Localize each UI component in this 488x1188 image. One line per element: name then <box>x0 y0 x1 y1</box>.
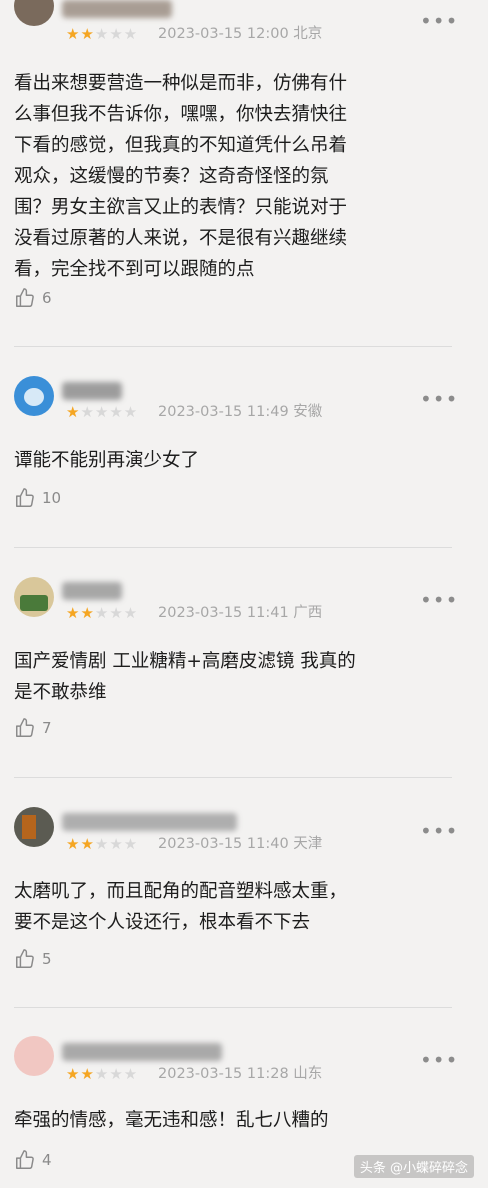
like-count: 5 <box>42 950 52 968</box>
review-location: 山东 <box>293 1066 323 1082</box>
more-options-icon[interactable]: ••• <box>420 1050 458 1070</box>
star-rating: ★★★★★ <box>66 403 138 421</box>
star-icon: ★★ <box>66 1065 95 1083</box>
thumbs-up-icon <box>16 1150 34 1169</box>
avatar[interactable] <box>14 0 54 26</box>
review-location: 北京 <box>293 26 323 42</box>
like-button[interactable]: 4 <box>14 1149 52 1171</box>
avatar[interactable] <box>14 376 54 416</box>
star-icon: ★★★ <box>94 25 139 43</box>
like-count: 10 <box>42 489 62 507</box>
review-meta: 2023-03-15 12:00 北京 <box>158 25 322 43</box>
watermark: 头条 @小蝶碎碎念 <box>353 1155 474 1178</box>
star-rating: ★★★★★ <box>66 25 138 43</box>
username-blurred <box>62 1043 222 1061</box>
divider <box>14 1007 452 1008</box>
star-rating: ★★★★★ <box>66 1065 138 1083</box>
username-blurred <box>62 813 237 831</box>
avatar[interactable] <box>14 807 54 847</box>
thumbs-up-icon <box>16 288 34 307</box>
star-icon: ★★★★ <box>80 403 139 421</box>
review-content: 太磨叽了，而且配角的配音塑料感太重， 要不是这个人设还行，根本看不下去 <box>14 881 348 933</box>
like-button[interactable]: 5 <box>14 948 52 970</box>
review-content: 国产爱情剧 工业糖精+高磨皮滤镜 我真的 是不敢恭维 <box>14 651 356 703</box>
star-rating: ★★★★★ <box>66 835 138 853</box>
thumbs-up-icon <box>16 488 34 507</box>
like-button[interactable]: 10 <box>14 487 61 509</box>
username-blurred <box>62 582 122 600</box>
like-button[interactable]: 7 <box>14 717 52 739</box>
more-options-icon[interactable]: ••• <box>420 821 458 841</box>
review-content: 牵强的情感，毫无违和感！乱七八糟的 <box>14 1110 329 1131</box>
review-date: 2023-03-15 11:49 <box>158 404 289 420</box>
star-icon: ★★ <box>66 25 95 43</box>
username-blurred <box>62 0 172 18</box>
star-icon: ★★★ <box>94 1065 139 1083</box>
review-location: 安徽 <box>293 404 323 420</box>
more-options-icon[interactable]: ••• <box>420 590 458 610</box>
star-icon: ★★★ <box>94 835 139 853</box>
review-meta: 2023-03-15 11:41 广西 <box>158 604 322 622</box>
review-meta: 2023-03-15 11:40 天津 <box>158 835 322 853</box>
review-content: 谭能不能别再演少女了 <box>14 450 200 471</box>
thumbs-up-icon <box>16 718 34 737</box>
avatar[interactable] <box>14 1036 54 1076</box>
review-content: 看出来想要营造一种似是而非，仿佛有什 么事但我不告诉你，嘿嘿，你快去猜快往 下看… <box>14 73 348 280</box>
like-count: 6 <box>42 289 52 307</box>
review-location: 天津 <box>293 836 323 852</box>
star-icon: ★ <box>66 403 81 421</box>
review-meta: 2023-03-15 11:28 山东 <box>158 1065 322 1083</box>
divider <box>14 547 452 548</box>
star-rating: ★★★★★ <box>66 604 138 622</box>
star-icon: ★★ <box>66 835 95 853</box>
thumbs-up-icon <box>16 949 34 968</box>
divider <box>14 346 452 347</box>
review-date: 2023-03-15 12:00 <box>158 26 289 42</box>
review-date: 2023-03-15 11:41 <box>158 605 289 621</box>
more-options-icon[interactable]: ••• <box>420 389 458 409</box>
more-options-icon[interactable]: ••• <box>420 11 458 31</box>
review-meta: 2023-03-15 11:49 安徽 <box>158 403 322 421</box>
like-button[interactable]: 6 <box>14 287 52 309</box>
like-count: 4 <box>42 1151 52 1169</box>
review-location: 广西 <box>293 605 323 621</box>
star-icon: ★★ <box>66 604 95 622</box>
review-date: 2023-03-15 11:28 <box>158 1066 289 1082</box>
like-count: 7 <box>42 719 52 737</box>
divider <box>14 777 452 778</box>
avatar[interactable] <box>14 577 54 617</box>
star-icon: ★★★ <box>94 604 139 622</box>
username-blurred <box>62 382 122 400</box>
review-date: 2023-03-15 11:40 <box>158 836 289 852</box>
